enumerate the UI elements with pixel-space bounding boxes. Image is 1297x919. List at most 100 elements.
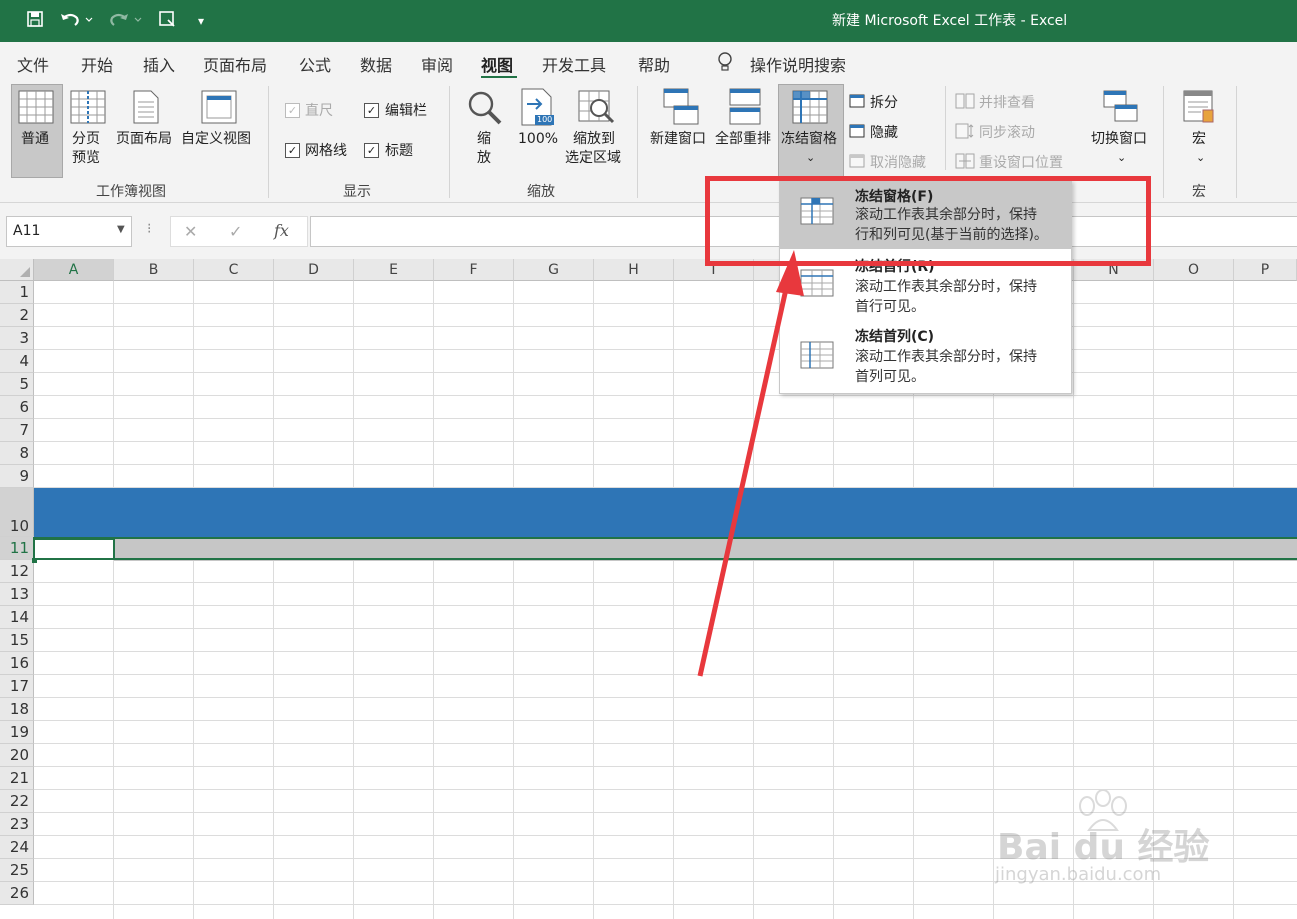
row-header-6[interactable]: 6 (0, 396, 34, 419)
column-header-h[interactable]: H (594, 259, 674, 281)
tab-developer[interactable]: 开发工具 (542, 52, 606, 76)
tell-me-search[interactable]: 操作说明搜索 (750, 52, 846, 76)
formula-bar-checkbox[interactable]: ✓ (364, 103, 379, 118)
row-header-16[interactable]: 16 (0, 652, 34, 675)
column-header-p[interactable]: P (1234, 259, 1297, 281)
grid-hline (34, 697, 1297, 698)
page-break-preview-icon[interactable] (70, 90, 106, 128)
ruler-checkbox[interactable]: ✓ (285, 103, 300, 118)
grid-hline (34, 418, 1297, 419)
gridlines-label: 网格线 (305, 143, 347, 159)
switch-windows-icon[interactable] (1103, 90, 1139, 128)
grid-hline (34, 628, 1297, 629)
unhide-window-icon[interactable] (849, 154, 865, 172)
zoom-to-selection-label-2: 选定区域 (565, 150, 621, 166)
chevron-down-icon: ⌄ (806, 151, 816, 164)
page-break-preview-label-1: 分页 (72, 131, 100, 147)
customize-icon[interactable]: ▾ (190, 10, 212, 32)
row-header-3[interactable]: 3 (0, 327, 34, 350)
tab-file[interactable]: 文件 (17, 52, 49, 76)
row-header-7[interactable]: 7 (0, 419, 34, 442)
tab-page-layout[interactable]: 页面布局 (203, 52, 267, 76)
sync-scroll-icon[interactable] (955, 123, 975, 143)
select-all-corner[interactable] (0, 259, 34, 281)
reset-position-icon[interactable] (955, 153, 975, 173)
split-label[interactable]: 拆分 (870, 92, 898, 112)
column-header-d[interactable]: D (274, 259, 354, 281)
more-icon: ⁝ (147, 221, 152, 237)
side-by-side-icon[interactable] (955, 93, 975, 113)
sync-scroll-label[interactable]: 同步滚动 (979, 122, 1035, 142)
row-header-12[interactable]: 12 (0, 560, 34, 583)
arrange-all-icon[interactable] (729, 88, 761, 130)
grid-hline (34, 743, 1297, 744)
tab-insert[interactable]: 插入 (143, 52, 175, 76)
menu-item-desc: 首行可见。 (855, 299, 925, 315)
row-header-17[interactable]: 17 (0, 675, 34, 698)
fill-handle[interactable] (32, 558, 37, 563)
row-header-15[interactable]: 15 (0, 629, 34, 652)
insert-function-icon[interactable]: fx (274, 221, 289, 240)
grid-vline (593, 281, 594, 919)
column-header-b[interactable]: B (114, 259, 194, 281)
row-header-10[interactable]: 10 (0, 488, 34, 537)
active-cell[interactable] (33, 538, 115, 560)
redo-icon[interactable] (104, 10, 144, 32)
page-layout-icon[interactable] (133, 90, 159, 128)
row-header-18[interactable]: 18 (0, 698, 34, 721)
tab-data[interactable]: 数据 (360, 52, 392, 76)
row-header-8[interactable]: 8 (0, 442, 34, 465)
unhide-window-label[interactable]: 取消隐藏 (870, 152, 926, 172)
row-header-1[interactable]: 1 (0, 281, 34, 304)
zoom-icon[interactable] (467, 90, 503, 130)
watermark: Bai du 经验 jingyan.baidu.com (995, 790, 1225, 890)
cancel-icon[interactable]: ✕ (184, 222, 197, 241)
column-header-g[interactable]: G (514, 259, 594, 281)
tab-formulas[interactable]: 公式 (299, 52, 331, 76)
new-window-icon[interactable] (663, 88, 699, 130)
row-header-9[interactable]: 9 (0, 465, 34, 488)
column-header-o[interactable]: O (1154, 259, 1234, 281)
enter-icon[interactable]: ✓ (229, 222, 242, 241)
tab-help[interactable]: 帮助 (638, 52, 670, 76)
column-header-f[interactable]: F (434, 259, 514, 281)
gridlines-checkbox[interactable]: ✓ (285, 143, 300, 158)
reset-position-label[interactable]: 重设窗口位置 (979, 152, 1063, 172)
custom-views-icon[interactable] (201, 90, 237, 128)
row-header-4[interactable]: 4 (0, 350, 34, 373)
tab-review[interactable]: 审阅 (421, 52, 453, 76)
row-header-21[interactable]: 21 (0, 767, 34, 790)
row-header-24[interactable]: 24 (0, 836, 34, 859)
hide-window-label[interactable]: 隐藏 (870, 122, 898, 142)
menu-item-freeze-first-column[interactable]: 冻结首列(C) 滚动工作表其余部分时，保持 首列可见。 (780, 323, 1071, 391)
hide-window-icon[interactable] (849, 124, 865, 142)
chevron-down-icon[interactable]: ▼ (117, 224, 125, 235)
touch-mode-icon[interactable] (156, 10, 178, 32)
row-header-2[interactable]: 2 (0, 304, 34, 327)
row-header-14[interactable]: 14 (0, 606, 34, 629)
row-header-19[interactable]: 19 (0, 721, 34, 744)
headings-checkbox[interactable]: ✓ (364, 143, 379, 158)
row-header-25[interactable]: 25 (0, 859, 34, 882)
row-header-23[interactable]: 23 (0, 813, 34, 836)
macros-icon[interactable] (1183, 90, 1215, 128)
side-by-side-label[interactable]: 并排查看 (979, 92, 1035, 112)
tab-home[interactable]: 开始 (81, 52, 113, 76)
name-box[interactable]: A11 ▼ (6, 216, 132, 247)
zoom-to-selection-icon[interactable] (578, 90, 616, 128)
split-icon[interactable] (849, 94, 865, 112)
column-header-a[interactable]: A (34, 259, 114, 281)
column-header-c[interactable]: C (194, 259, 274, 281)
column-header-e[interactable]: E (354, 259, 434, 281)
row-header-26[interactable]: 26 (0, 882, 34, 905)
row-header-5[interactable]: 5 (0, 373, 34, 396)
tab-view[interactable]: 视图 (481, 52, 513, 76)
row-header-11[interactable]: 11 (0, 537, 34, 560)
show-group-label: 显示 (343, 184, 371, 200)
save-icon[interactable] (24, 10, 46, 32)
row-header-20[interactable]: 20 (0, 744, 34, 767)
row-header-22[interactable]: 22 (0, 790, 34, 813)
undo-icon[interactable] (58, 10, 96, 32)
grid-vline (273, 281, 274, 919)
row-header-13[interactable]: 13 (0, 583, 34, 606)
